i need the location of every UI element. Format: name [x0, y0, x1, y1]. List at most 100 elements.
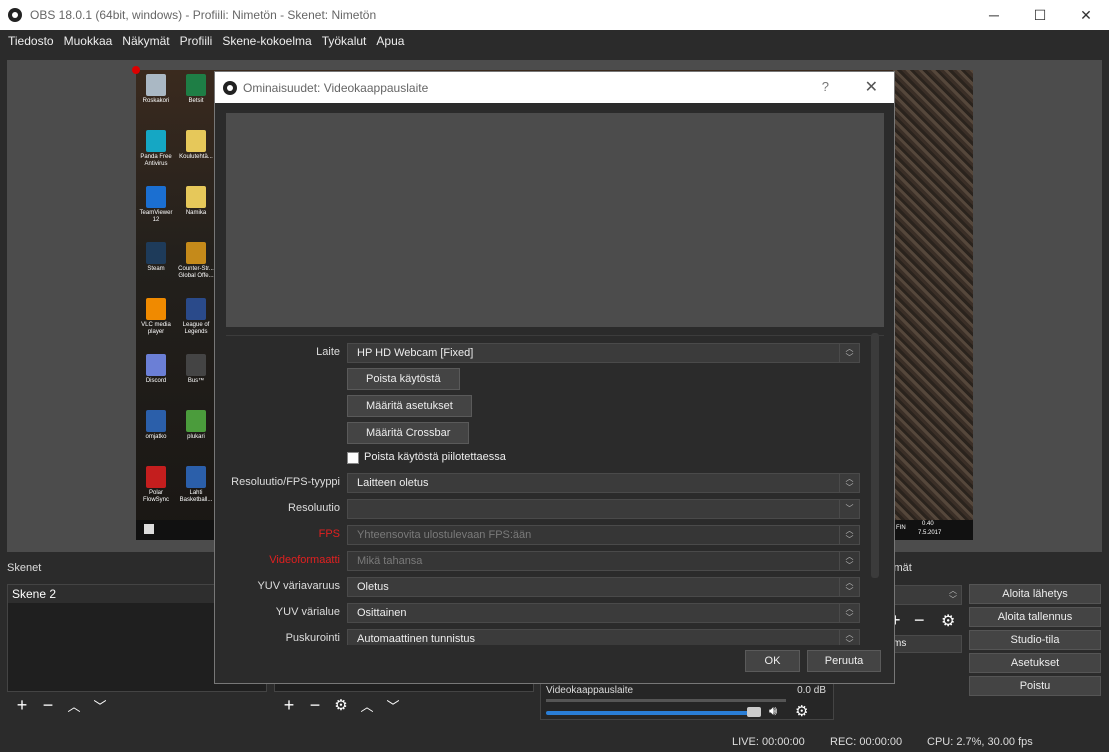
volume-slider-handle[interactable] [747, 707, 761, 717]
deactivate-when-hidden-checkbox[interactable] [347, 452, 359, 464]
move-up-icon[interactable]: ︿ [61, 694, 87, 716]
chevron-updown-icon: ︿ ﹀ [949, 586, 957, 604]
configure-video-button[interactable]: Määritä asetukset [347, 395, 472, 417]
cpu-fps: CPU: 2.7%, 30.00 fps [927, 736, 1033, 748]
app-icon [186, 410, 206, 432]
desktop-icon: Polar FlowSync [138, 466, 174, 504]
source-settings-gear-icon[interactable]: ⚙ [328, 694, 354, 716]
buffering-select[interactable]: Automaattinen tunnistus ︿ ﹀ [347, 629, 860, 645]
mixer-gear-icon[interactable]: ⚙ [795, 702, 808, 720]
fps-select: Yhteensovita ulostulevaan FPS:ään ︿ ﹀ [347, 525, 860, 545]
app-icon [186, 354, 206, 376]
taskbar-lang: FIN [896, 525, 906, 531]
yuv-space-select[interactable]: Oletus ︿ ﹀ [347, 577, 860, 597]
exit-button[interactable]: Poistu [969, 676, 1101, 696]
remove-source-icon[interactable]: − [302, 694, 328, 716]
menu-tools[interactable]: Työkalut [317, 34, 372, 48]
remove-transition-icon[interactable]: − [914, 610, 925, 631]
chevron-updown-icon: ︿ ﹀ [839, 474, 859, 492]
desktop-icon-label: Panda Free Antivirus [140, 154, 172, 167]
app-icon [186, 298, 206, 320]
volume-slider[interactable] [546, 711, 760, 715]
minimize-button[interactable]: ─ [971, 0, 1017, 30]
scenes-toolbar: + − ︿ ﹀ [9, 692, 113, 718]
desktop-icon-label: plukari [187, 434, 205, 440]
source-move-down-icon[interactable]: ﹀ [380, 694, 406, 716]
desktop-icon: VLC media player [138, 298, 174, 336]
desktop-icon: Discord [138, 354, 174, 385]
chevron-updown-icon: ︿ ﹀ [839, 578, 859, 596]
dialog-close-button[interactable]: ✕ [865, 77, 878, 97]
chevron-updown-icon: ︿ ﹀ [839, 526, 859, 544]
chevron-down-icon: ﹀ [839, 500, 859, 518]
res-type-select[interactable]: Laitteen oletus ︿ ﹀ [347, 473, 860, 493]
desktop-icon: omjatko [138, 410, 174, 441]
mixer-source-name: Videokaappauslaite [546, 685, 634, 696]
form-scrollbar[interactable] [871, 333, 879, 578]
configure-crossbar-button[interactable]: Määritä Crossbar [347, 422, 470, 444]
desktop-icon: Koulutehtä... [178, 130, 214, 161]
menu-edit[interactable]: Muokkaa [59, 34, 118, 48]
help-button[interactable]: ? [822, 79, 829, 94]
app-icon [146, 242, 166, 264]
scenes-label: Skenet [7, 562, 42, 574]
studio-mode-button[interactable]: Studio-tila [969, 630, 1101, 650]
cancel-button[interactable]: Peruuta [807, 650, 881, 672]
menu-profile[interactable]: Profiili [175, 34, 218, 48]
properties-form: Laite HP HD Webcam [Fixed] ︿ ﹀ Poista käy… [226, 335, 884, 645]
transition-gear-icon[interactable]: ⚙ [941, 611, 955, 631]
desktop-icon: League of Legends [178, 298, 214, 336]
menu-view[interactable]: Näkymät [117, 34, 174, 48]
taskbar-date: 7.5.2017 [918, 530, 942, 536]
start-recording-button[interactable]: Aloita tallennus [969, 607, 1101, 627]
desktop-icon-label: TeamViewer 12 [139, 210, 173, 223]
source-handle-icon[interactable] [132, 66, 140, 74]
maximize-button[interactable]: ☐ [1017, 0, 1063, 30]
ok-button[interactable]: OK [745, 650, 800, 672]
menu-file[interactable]: Tiedosto [3, 34, 59, 48]
window-title: OBS 18.0.1 (64bit, windows) - Profiili: … [30, 8, 377, 22]
desktop-icon-label: Counter-Str... Global Offe... [178, 266, 214, 279]
remove-scene-icon[interactable]: − [35, 694, 61, 716]
desktop-icon: Steam [138, 242, 174, 273]
settings-button[interactable]: Asetukset [969, 653, 1101, 673]
desktop-icon-label: Roskakori [142, 98, 170, 104]
move-down-icon[interactable]: ﹀ [87, 694, 113, 716]
device-select[interactable]: HP HD Webcam [Fixed] ︿ ﹀ [347, 343, 860, 363]
desktop-icon: Betsit [178, 74, 214, 105]
menu-scene-collection[interactable]: Skene-kokoelma [217, 34, 316, 48]
resolution-combo[interactable]: ﹀ [347, 499, 860, 519]
speaker-icon[interactable]: 🔊︎ [769, 703, 777, 719]
desktop-icon-label: VLC media player [141, 322, 171, 335]
app-icon [146, 186, 166, 208]
desktop-icon: Counter-Str... Global Offe... [178, 242, 214, 280]
desktop-icon: TeamViewer 12 [138, 186, 174, 224]
fps-label: FPS [318, 528, 340, 540]
chevron-updown-icon: ︿ ﹀ [839, 552, 859, 570]
source-move-up-icon[interactable]: ︿ [354, 694, 380, 716]
close-button[interactable]: ✕ [1063, 0, 1109, 30]
transition-select[interactable]: ︿ ﹀ [888, 585, 962, 605]
controls-panel: Aloita lähetys Aloita tallennus Studio-t… [969, 584, 1101, 699]
res-type-label: Resoluutio/FPS-tyyppi [231, 476, 340, 488]
deactivate-button[interactable]: Poista käytöstä [347, 368, 460, 390]
start-streaming-button[interactable]: Aloita lähetys [969, 584, 1101, 604]
properties-dialog: Ominaisuudet: Videokaappauslaite ? ✕ Lai… [214, 71, 895, 684]
yuv-range-select[interactable]: Osittainen ︿ ﹀ [347, 603, 860, 623]
menu-help[interactable]: Apua [371, 34, 409, 48]
volume-meter [546, 699, 786, 702]
windows-start-icon [144, 524, 154, 534]
status-bar: LIVE: 00:00:00 REC: 00:00:00 CPU: 2.7%, … [0, 732, 1109, 752]
app-icon [146, 130, 166, 152]
desktop-icon-label: Betsit [188, 98, 204, 104]
add-scene-icon[interactable]: + [9, 694, 35, 716]
videoformat-select: Mikä tahansa ︿ ﹀ [347, 551, 860, 571]
desktop-icon-label: Steam [147, 266, 165, 272]
dialog-preview [226, 113, 884, 327]
desktop-icon: Bus™ [178, 354, 214, 385]
menu-bar: Tiedosto Muokkaa Näkymät Profiili Skene-… [0, 30, 1109, 52]
add-source-icon[interactable]: + [276, 694, 302, 716]
desktop-icon-label: League of Legends [182, 322, 210, 335]
duration-spinbox[interactable]: ms [888, 635, 962, 653]
desktop-icon-label: Lahti Basketball... [179, 490, 213, 503]
